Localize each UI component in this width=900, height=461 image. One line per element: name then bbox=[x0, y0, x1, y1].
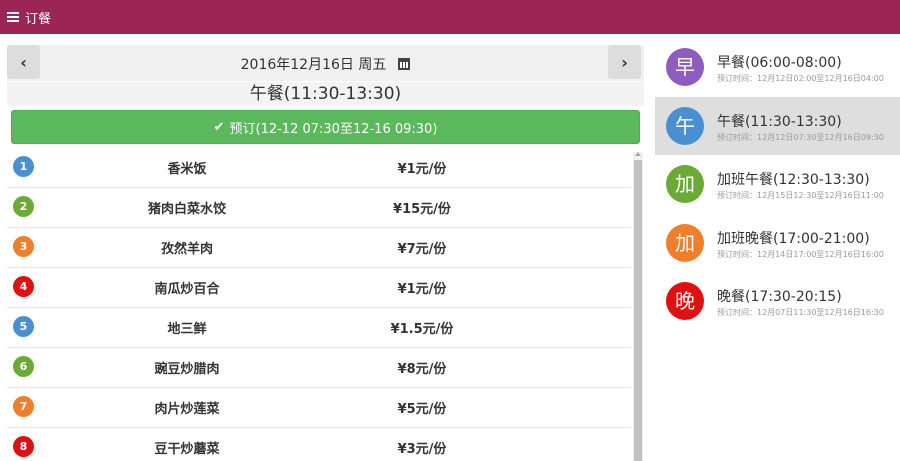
app-title: 订餐 bbox=[25, 11, 52, 27]
dish-price: ¥1.5元/份 bbox=[390, 322, 454, 337]
dish-price: ¥5元/份 bbox=[397, 402, 447, 417]
meal-title: 午餐(11:30-13:30) bbox=[7, 82, 644, 106]
meal-list: 早早餐(06:00-08:00) 预订时间：12月12日02:00至12月16日0… bbox=[655, 34, 900, 461]
dish-price: ¥8元/份 bbox=[397, 362, 447, 377]
meal-order-time: 预订时间：12月12日07:30至12月16日09:30 bbox=[717, 132, 884, 142]
order-button[interactable]: ✔ 预订(12-12 07:30至12-16 09:30) bbox=[11, 110, 640, 144]
meal-type-icon: 加 bbox=[666, 223, 704, 262]
meal-item[interactable]: 早早餐(06:00-08:00) 预订时间：12月12日02:00至12月16日0… bbox=[655, 38, 900, 96]
dish-name: 孜然羊肉 bbox=[160, 242, 213, 257]
meal-name: 加班午餐(12:30-13:30) bbox=[717, 172, 870, 188]
dish-number-badge: 7 bbox=[13, 396, 34, 417]
dish-row[interactable]: 1 香米饭 ¥1元/份 bbox=[7, 148, 631, 188]
dish-name: 豌豆炒腊肉 bbox=[154, 362, 220, 377]
dish-number-badge: 5 bbox=[13, 316, 34, 337]
meal-name: 晚餐(17:30-20:15) bbox=[717, 289, 842, 305]
date-bar: ‹ 2016年12月16日 周五 › bbox=[7, 45, 644, 81]
meal-order-time: 预订时间：12月12日02:00至12月16日04:00 bbox=[717, 74, 884, 83]
meal-type-icon: 早 bbox=[666, 48, 704, 86]
scrollbar-thumb[interactable] bbox=[634, 160, 642, 461]
dish-number-badge: 8 bbox=[13, 436, 34, 457]
meal-order-time: 预订时间：12月15日12:30至12月16日11:00 bbox=[717, 191, 884, 200]
dish-number-badge: 3 bbox=[13, 236, 34, 257]
dish-row[interactable]: 6 豌豆炒腊肉 ¥8元/份 bbox=[7, 348, 631, 388]
dish-name: 南瓜炒百合 bbox=[154, 282, 220, 297]
dish-row[interactable]: 2 猪肉白菜水饺 ¥15元/份 bbox=[7, 188, 631, 228]
top-bar: 订餐 bbox=[0, 0, 900, 34]
dish-price: ¥15元/份 bbox=[393, 202, 451, 217]
menu-icon[interactable] bbox=[7, 12, 19, 22]
date-display[interactable]: 2016年12月16日 周五 bbox=[7, 54, 644, 74]
dish-number-badge: 4 bbox=[13, 276, 34, 297]
dish-number-badge: 6 bbox=[13, 356, 34, 377]
meal-type-icon: 加 bbox=[666, 165, 704, 203]
meal-name: 早餐(06:00-08:00) bbox=[717, 55, 842, 71]
dish-name: 豆干炒蘑菜 bbox=[154, 442, 220, 457]
scroll-up-arrow-icon[interactable] bbox=[635, 152, 641, 156]
meal-name: 加班晚餐(17:00-21:00) bbox=[717, 230, 870, 247]
dish-name: 猪肉白菜水饺 bbox=[147, 202, 226, 217]
meal-item[interactable]: 加加班午餐(12:30-13:30) 预订时间：12月15日12:30至12月16… bbox=[655, 155, 900, 213]
check-icon: ✔ bbox=[213, 119, 225, 135]
dish-price: ¥7元/份 bbox=[397, 242, 447, 257]
meal-type-icon: 晚 bbox=[666, 282, 704, 320]
dish-list-scrollbar[interactable] bbox=[633, 152, 643, 461]
meal-type-icon: 午 bbox=[666, 106, 704, 145]
meal-item[interactable]: 午午餐(11:30-13:30) 预订时间：12月12日07:30至12月16日0… bbox=[655, 96, 900, 155]
dish-number-badge: 1 bbox=[13, 156, 34, 177]
dish-row[interactable]: 3 孜然羊肉 ¥7元/份 bbox=[7, 228, 631, 268]
left-panel: ‹ 2016年12月16日 周五 › 午餐(11:30-13:30) ✔ 预订(… bbox=[0, 34, 648, 461]
order-button-label: 预订(12-12 07:30至12-16 09:30) bbox=[229, 121, 438, 137]
dish-name: 地三鲜 bbox=[167, 322, 207, 337]
meal-item[interactable]: 加加班晚餐(17:00-21:00) 预订时间：12月14日17:00至12月16… bbox=[655, 214, 900, 272]
dish-price: ¥1元/份 bbox=[397, 162, 447, 177]
dish-price: ¥3元/份 bbox=[397, 442, 447, 457]
meal-order-time: 预订时间：12月14日17:00至12月16日16:00 bbox=[717, 249, 884, 259]
dish-row[interactable]: 8 豆干炒蘑菜 ¥3元/份 bbox=[7, 428, 631, 461]
dish-list: 1 香米饭 ¥1元/份 2 猪肉白菜水饺 ¥15元/份 3 孜然羊肉 ¥7元/份 4 南瓜炒百合 ¥1… bbox=[7, 148, 631, 461]
dish-row[interactable]: 7 肉片炒莲菜 ¥5元/份 bbox=[7, 388, 631, 428]
chevron-right-icon: › bbox=[621, 52, 628, 72]
meal-name: 午餐(11:30-13:30) bbox=[717, 113, 842, 130]
calendar-icon[interactable] bbox=[398, 58, 411, 70]
next-day-button[interactable]: › bbox=[608, 45, 641, 79]
dish-number-badge: 2 bbox=[13, 196, 34, 217]
dish-name: 香米饭 bbox=[167, 162, 207, 177]
date-label: 2016年12月16日 周五 bbox=[240, 57, 387, 73]
meal-item[interactable]: 晚晚餐(17:30-20:15) 预订时间：12月07日11:30至12月16日1… bbox=[655, 272, 900, 330]
dish-row[interactable]: 5 地三鲜 ¥1.5元/份 bbox=[7, 308, 631, 348]
dish-row[interactable]: 4 南瓜炒百合 ¥1元/份 bbox=[7, 268, 631, 308]
dish-price: ¥1元/份 bbox=[397, 282, 447, 297]
meal-order-time: 预订时间：12月07日11:30至12月16日16:30 bbox=[717, 308, 884, 317]
dish-name: 肉片炒莲菜 bbox=[154, 402, 220, 417]
